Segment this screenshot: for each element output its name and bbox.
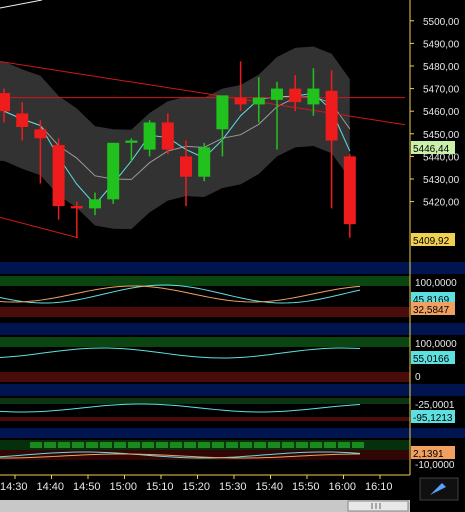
- x-tick-label: 14:50: [73, 481, 101, 493]
- x-tick-label: 15:20: [183, 481, 211, 493]
- histogram-bar: [156, 442, 168, 448]
- candle[interactable]: [107, 142, 120, 204]
- y-tick-label: 5460,00: [423, 107, 460, 118]
- ind1-value2: 32,5847: [413, 305, 450, 316]
- histogram-bar: [296, 442, 308, 448]
- histogram-bar: [310, 442, 322, 448]
- y-tick-label: 5490,00: [423, 39, 460, 50]
- y-tick-label: 5480,00: [423, 62, 460, 73]
- histogram-bar: [58, 442, 70, 448]
- y-tick-label: 5430,00: [423, 175, 460, 186]
- draw-tool-icon[interactable]: [419, 477, 459, 501]
- x-tick-label: 15:40: [256, 481, 284, 493]
- candle[interactable]: [198, 142, 211, 182]
- histogram-bar: [338, 442, 350, 448]
- ind2-tick-zero: 0: [415, 372, 421, 383]
- x-tick-label: 16:10: [365, 481, 393, 493]
- histogram-bar: [100, 442, 112, 448]
- indicator-1-signal: [0, 285, 361, 303]
- y-tick-label: 5500,00: [423, 17, 460, 28]
- histogram-bar: [114, 442, 126, 448]
- ind1-tick: 100,0000: [415, 278, 457, 289]
- y-tick-label: 5470,00: [423, 85, 460, 96]
- histogram-bar: [30, 442, 42, 448]
- y-tick-label: 5420,00: [423, 198, 460, 209]
- histogram-bar: [142, 442, 154, 448]
- x-tick-label: 15:10: [146, 481, 174, 493]
- histogram-bar: [184, 442, 196, 448]
- histogram-bar: [212, 442, 224, 448]
- ind3-value: -95,1213: [413, 413, 453, 424]
- ind3-tick: -25,0001: [415, 400, 455, 411]
- histogram-bar: [254, 442, 266, 448]
- histogram-bar: [72, 442, 84, 448]
- trading-chart-window: 5500,00 5490,00 5480,00 5470,00 5460,00 5450,…: [0, 0, 465, 512]
- ind2-tick: 100,0000: [415, 339, 457, 350]
- y-tick-label: 5450,00: [423, 130, 460, 141]
- x-tick-label: 14:40: [37, 481, 65, 493]
- histogram-bar: [226, 442, 238, 448]
- ind2-value: 55,0166: [413, 354, 450, 365]
- histogram-bar: [86, 442, 98, 448]
- x-tick-label: 15:00: [110, 481, 138, 493]
- histogram-bar: [128, 442, 140, 448]
- x-tick-label: 14:30: [0, 481, 28, 493]
- last-price-badge: 5409,92: [413, 236, 450, 247]
- x-tick-label: 15:50: [292, 481, 320, 493]
- indicator-1-line: [0, 284, 361, 304]
- histogram-bar: [268, 442, 280, 448]
- ind4-tick: -10,0000: [415, 460, 455, 471]
- histogram-bar: [170, 442, 182, 448]
- price-chart[interactable]: 5500,00 5490,00 5480,00 5470,00 5460,00 5450,…: [0, 0, 465, 512]
- histogram-bar: [240, 442, 252, 448]
- indicator-3-line: [0, 403, 361, 413]
- x-tick-label: 15:30: [219, 481, 247, 493]
- ma-value-badge: 5446,44: [413, 144, 450, 155]
- horizontal-scrollbar[interactable]: [0, 500, 410, 512]
- indicator-2-line: [0, 347, 361, 359]
- ind4-value: 2,1391: [413, 449, 444, 460]
- histogram-bar: [44, 442, 56, 448]
- histogram-bar: [324, 442, 336, 448]
- histogram-bar: [198, 442, 210, 448]
- x-tick-label: 16:00: [329, 481, 357, 493]
- histogram-bar: [282, 442, 294, 448]
- histogram-bar: [352, 442, 364, 448]
